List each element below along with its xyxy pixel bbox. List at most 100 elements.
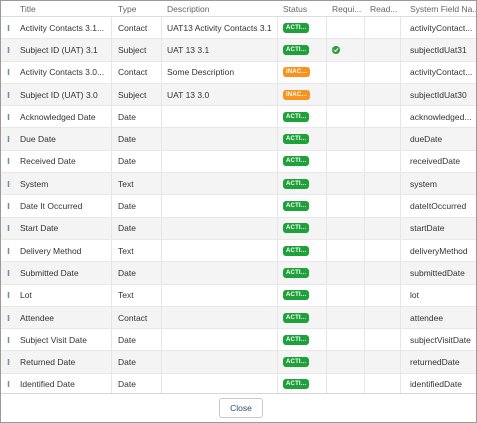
cell-description [167, 351, 278, 373]
cell-type: Text [118, 173, 162, 195]
cell-read-only [370, 262, 401, 284]
status-badge: ACTI... [283, 44, 310, 55]
cell-status: ACTI... [283, 17, 327, 39]
cell-type: Subject [118, 39, 162, 61]
drag-handle[interactable] [1, 128, 15, 149]
cell-status: ACTI... [283, 373, 327, 396]
cell-status: INAC... [283, 83, 327, 106]
column-header-title[interactable]: Title [20, 1, 112, 16]
table-row[interactable]: Submitted Date Date ACTI... submittedDate [1, 262, 476, 285]
table-row[interactable]: System Text ACTI... system [1, 173, 476, 196]
cell-status: INAC... [283, 61, 327, 83]
table-row[interactable]: Lot Text ACTI... lot [1, 284, 476, 307]
cell-required [332, 217, 365, 239]
close-button[interactable]: Close [219, 398, 263, 418]
table-row[interactable]: Delivery Method Text ACTI... deliveryMethod [1, 239, 476, 263]
cell-system-field-name: identifiedDate [410, 379, 462, 390]
cell-read-only [370, 17, 401, 39]
drag-handle[interactable] [1, 285, 15, 306]
cell-read-only [370, 61, 401, 83]
table-row[interactable]: Received Date Date ACTI... receivedDate [1, 150, 476, 174]
cell-required [332, 351, 365, 373]
drag-handle[interactable] [1, 84, 15, 105]
cell-type: Contact [118, 17, 162, 39]
drag-handle[interactable] [1, 106, 15, 127]
cell-description [167, 284, 278, 306]
cell-description: Some Description [167, 61, 278, 83]
drag-handle-icon [6, 336, 10, 343]
table-row[interactable]: Due Date Date ACTI... dueDate [1, 128, 476, 151]
cell-type: Date [118, 351, 162, 373]
drag-handle[interactable] [1, 39, 15, 60]
cell-type: Date [118, 106, 162, 128]
cell-system-field-name: attendee [410, 312, 444, 323]
cell-status: ACTI... [283, 329, 327, 351]
cell-required [332, 262, 365, 284]
table-row[interactable]: Subject ID (UAT) 3.1 Subject UAT 13 3.1 ACT… [1, 39, 476, 62]
cell-required [332, 239, 365, 262]
drag-handle[interactable] [1, 351, 15, 372]
drag-handle[interactable] [1, 329, 15, 350]
cell-read-only [370, 217, 401, 239]
drag-handle[interactable] [1, 374, 15, 395]
cell-required [332, 173, 365, 195]
cell-title: Acknowledged Date [20, 106, 112, 128]
table-row[interactable]: Date It Occurred Date ACTI... dateItOccurre… [1, 195, 476, 218]
cell-type: Date [118, 329, 162, 351]
column-header-required[interactable]: Requi... [332, 1, 365, 16]
status-badge: ACTI... [283, 312, 310, 323]
drag-handle[interactable] [1, 307, 15, 328]
drag-handle[interactable] [1, 173, 15, 194]
drag-handle[interactable] [1, 62, 15, 83]
drag-handle[interactable] [1, 151, 15, 172]
cell-description [167, 373, 278, 396]
table-row[interactable]: Activity Contacts 3.0... Contact Some Desc… [1, 61, 476, 84]
drag-handle[interactable] [1, 17, 15, 38]
column-header-description[interactable]: Description [167, 1, 278, 16]
cell-description: UAT13 Activity Contacts 3.1 [167, 17, 278, 39]
column-header-status[interactable]: Status [283, 1, 327, 16]
cell-status: ACTI... [283, 262, 327, 284]
drag-handle-icon [6, 46, 10, 53]
cell-system-field-name: returnedDate [410, 357, 460, 368]
drag-handle[interactable] [1, 240, 15, 261]
cell-description [167, 150, 278, 173]
column-header-system-field-name[interactable]: System Field Na... [410, 1, 476, 16]
table-row[interactable]: Activity Contacts 3.1... Contact UAT13 Act… [1, 17, 476, 40]
cell-status: ACTI... [283, 195, 327, 217]
table-row[interactable]: Returned Date Date ACTI... returnedDate [1, 351, 476, 374]
cell-description [167, 195, 278, 217]
cell-required [332, 306, 365, 329]
cell-type: Text [118, 239, 162, 262]
drag-handle[interactable] [1, 218, 15, 239]
drag-handle[interactable] [1, 262, 15, 283]
cell-description [167, 262, 278, 284]
cell-type: Date [118, 128, 162, 150]
cell-type: Date [118, 373, 162, 396]
cell-system-field-name: dateItOccurred [410, 201, 467, 212]
table-row[interactable]: Attendee Contact ACTI... attendee [1, 306, 476, 330]
column-header-type[interactable]: Type [118, 1, 162, 16]
table-row[interactable]: Acknowledged Date Date ACTI... acknowledged… [1, 106, 476, 129]
drag-handle[interactable] [1, 195, 15, 216]
table-row[interactable]: Subject ID (UAT) 3.0 Subject UAT 13 3.0 INA… [1, 83, 476, 107]
status-badge: INAC... [283, 89, 311, 100]
table-row[interactable]: Start Date Date ACTI... startDate [1, 217, 476, 240]
cell-title: Due Date [20, 128, 112, 150]
cell-type: Date [118, 150, 162, 173]
cell-required [332, 195, 365, 217]
cell-type: Date [118, 217, 162, 239]
cell-description [167, 128, 278, 150]
status-badge: INAC... [283, 67, 311, 78]
cell-required [332, 373, 365, 396]
table-row[interactable]: Subject Visit Date Date ACTI... subjectVisi… [1, 329, 476, 352]
cell-status: ACTI... [283, 106, 327, 128]
status-badge: ACTI... [283, 223, 310, 234]
cell-description [167, 173, 278, 195]
cell-system-field-name: subjectIdUat30 [410, 89, 467, 100]
cell-type: Date [118, 195, 162, 217]
column-header-read-only[interactable]: Read... [370, 1, 401, 16]
cell-title: Subject ID (UAT) 3.1 [20, 39, 112, 61]
cell-title: Attendee [20, 306, 112, 329]
cell-type: Subject [118, 83, 162, 106]
